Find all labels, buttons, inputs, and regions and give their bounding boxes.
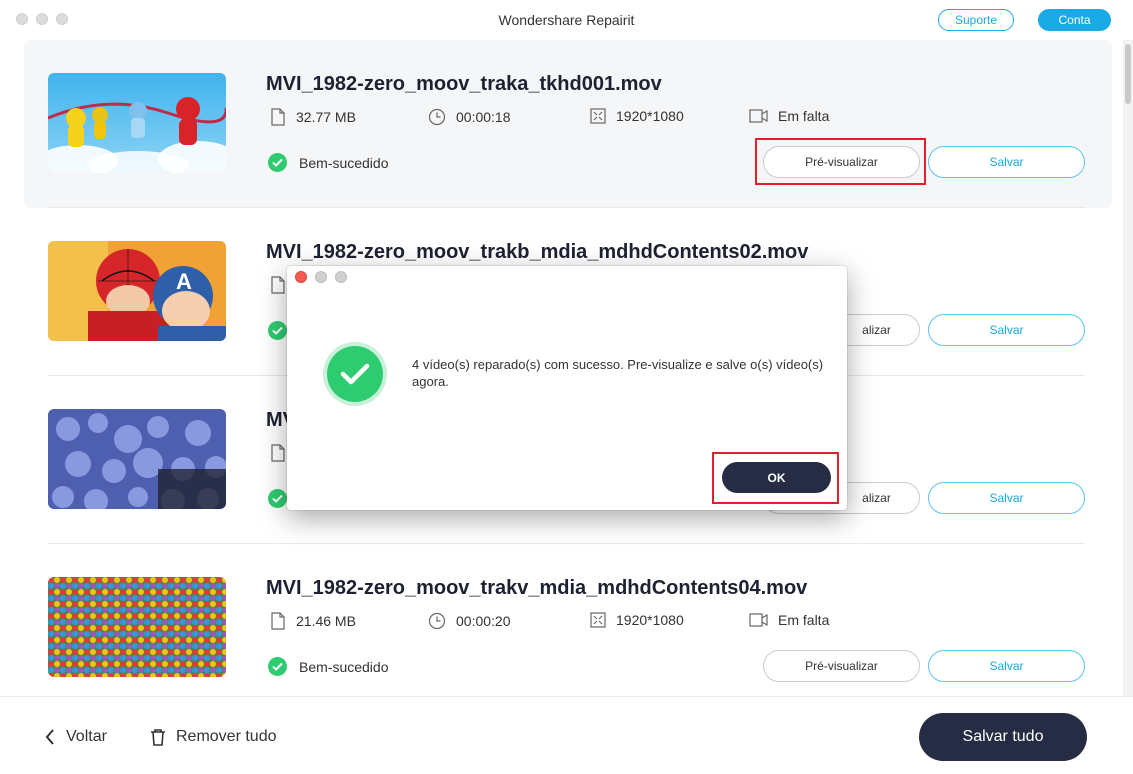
file-size [270,276,286,294]
dialog-close-button[interactable] [295,271,307,283]
check-icon [268,153,287,172]
save-button[interactable]: Salvar [928,650,1085,682]
file-icon [271,612,285,630]
check-icon [268,489,287,508]
resolution-value: 1920*1080 [616,612,684,628]
dialog-message: 4 vídeo(s) reparado(s) com sucesso. Pre-… [412,357,824,389]
back-label: Voltar [66,728,107,745]
scrollbar-thumb[interactable] [1125,44,1131,104]
file-name: MVI_1982-zero_moov_traka_tkhd001.mov [266,73,662,95]
audio-value: Em falta [778,108,830,124]
status-badge [268,489,287,508]
trash-icon [151,729,165,746]
scrollbar[interactable] [1123,40,1133,696]
status-badge: Bem-sucedido [268,153,389,172]
duration-value: 00:00:20 [456,613,511,629]
save-button[interactable]: Salvar [928,146,1085,178]
support-button[interactable]: Suporte [938,9,1014,31]
success-check-icon [327,346,383,402]
highlight-box [755,138,926,185]
highlight-box [712,452,839,504]
remove-all-label: Remover tudo [176,728,277,745]
video-camera-icon [749,613,768,627]
remove-all-button[interactable]: Remover tudo [150,723,277,751]
video-thumbnail[interactable] [48,577,226,677]
file-size-value: 32.77 MB [296,109,356,125]
file-row[interactable]: MVI_1982-zero_moov_trakv_mdia_mdhdConten… [24,544,1112,712]
file-size [270,444,286,462]
bottom-bar: Voltar Remover tudo Salvar tudo [0,696,1133,774]
save-button[interactable]: Salvar [928,482,1085,514]
audio-value: Em falta [778,612,830,628]
clock-icon [428,108,446,126]
save-button[interactable]: Salvar [928,314,1085,346]
success-dialog: 4 vídeo(s) reparado(s) com sucesso. Pre-… [287,266,847,510]
file-row[interactable]: MVI_1982-zero_moov_traka_tkhd001.mov 32.… [24,40,1112,208]
file-icon [271,444,285,462]
svg-text:A: A [176,269,192,294]
preview-label: alizar [862,323,891,337]
check-icon [268,657,287,676]
file-icon [271,108,285,126]
title-bar: Wondershare Repairit Suporte Conta [0,0,1133,40]
file-size-value: 21.46 MB [296,613,356,629]
file-duration: 00:00:20 [428,612,511,630]
preview-button[interactable]: Pré-visualizar [763,650,920,682]
file-resolution: 1920*1080 [590,108,684,124]
status-badge: Bem-sucedido [268,657,389,676]
status-text: Bem-sucedido [299,154,389,171]
file-size: 32.77 MB [270,108,356,126]
back-button[interactable]: Voltar [44,723,107,751]
save-all-button[interactable]: Salvar tudo [919,713,1087,761]
file-audio: Em falta [749,108,829,124]
video-thumbnail[interactable] [48,409,226,509]
resolution-icon [590,108,606,124]
preview-label: alizar [862,491,891,505]
file-duration: 00:00:18 [428,108,511,126]
video-camera-icon [749,109,768,123]
status-text: Bem-sucedido [299,658,389,675]
file-icon [271,276,285,294]
file-size: 21.46 MB [270,612,356,630]
resolution-icon [590,612,606,628]
check-icon [268,321,287,340]
video-thumbnail[interactable] [48,73,226,173]
file-name: MVI_1982-zero_moov_trakv_mdia_mdhdConten… [266,577,808,599]
file-resolution: 1920*1080 [590,612,684,628]
duration-value: 00:00:18 [456,109,511,125]
status-badge [268,321,287,340]
file-audio: Em falta [749,612,829,628]
clock-icon [428,612,446,630]
resolution-value: 1920*1080 [616,108,684,124]
dialog-zoom-button[interactable] [335,271,347,283]
account-button[interactable]: Conta [1038,9,1111,31]
video-thumbnail[interactable]: A [48,241,226,341]
file-name: MVI_1982-zero_moov_trakb_mdia_mdhdConten… [266,241,809,263]
chevron-left-icon [45,729,54,745]
dialog-minimize-button[interactable] [315,271,327,283]
